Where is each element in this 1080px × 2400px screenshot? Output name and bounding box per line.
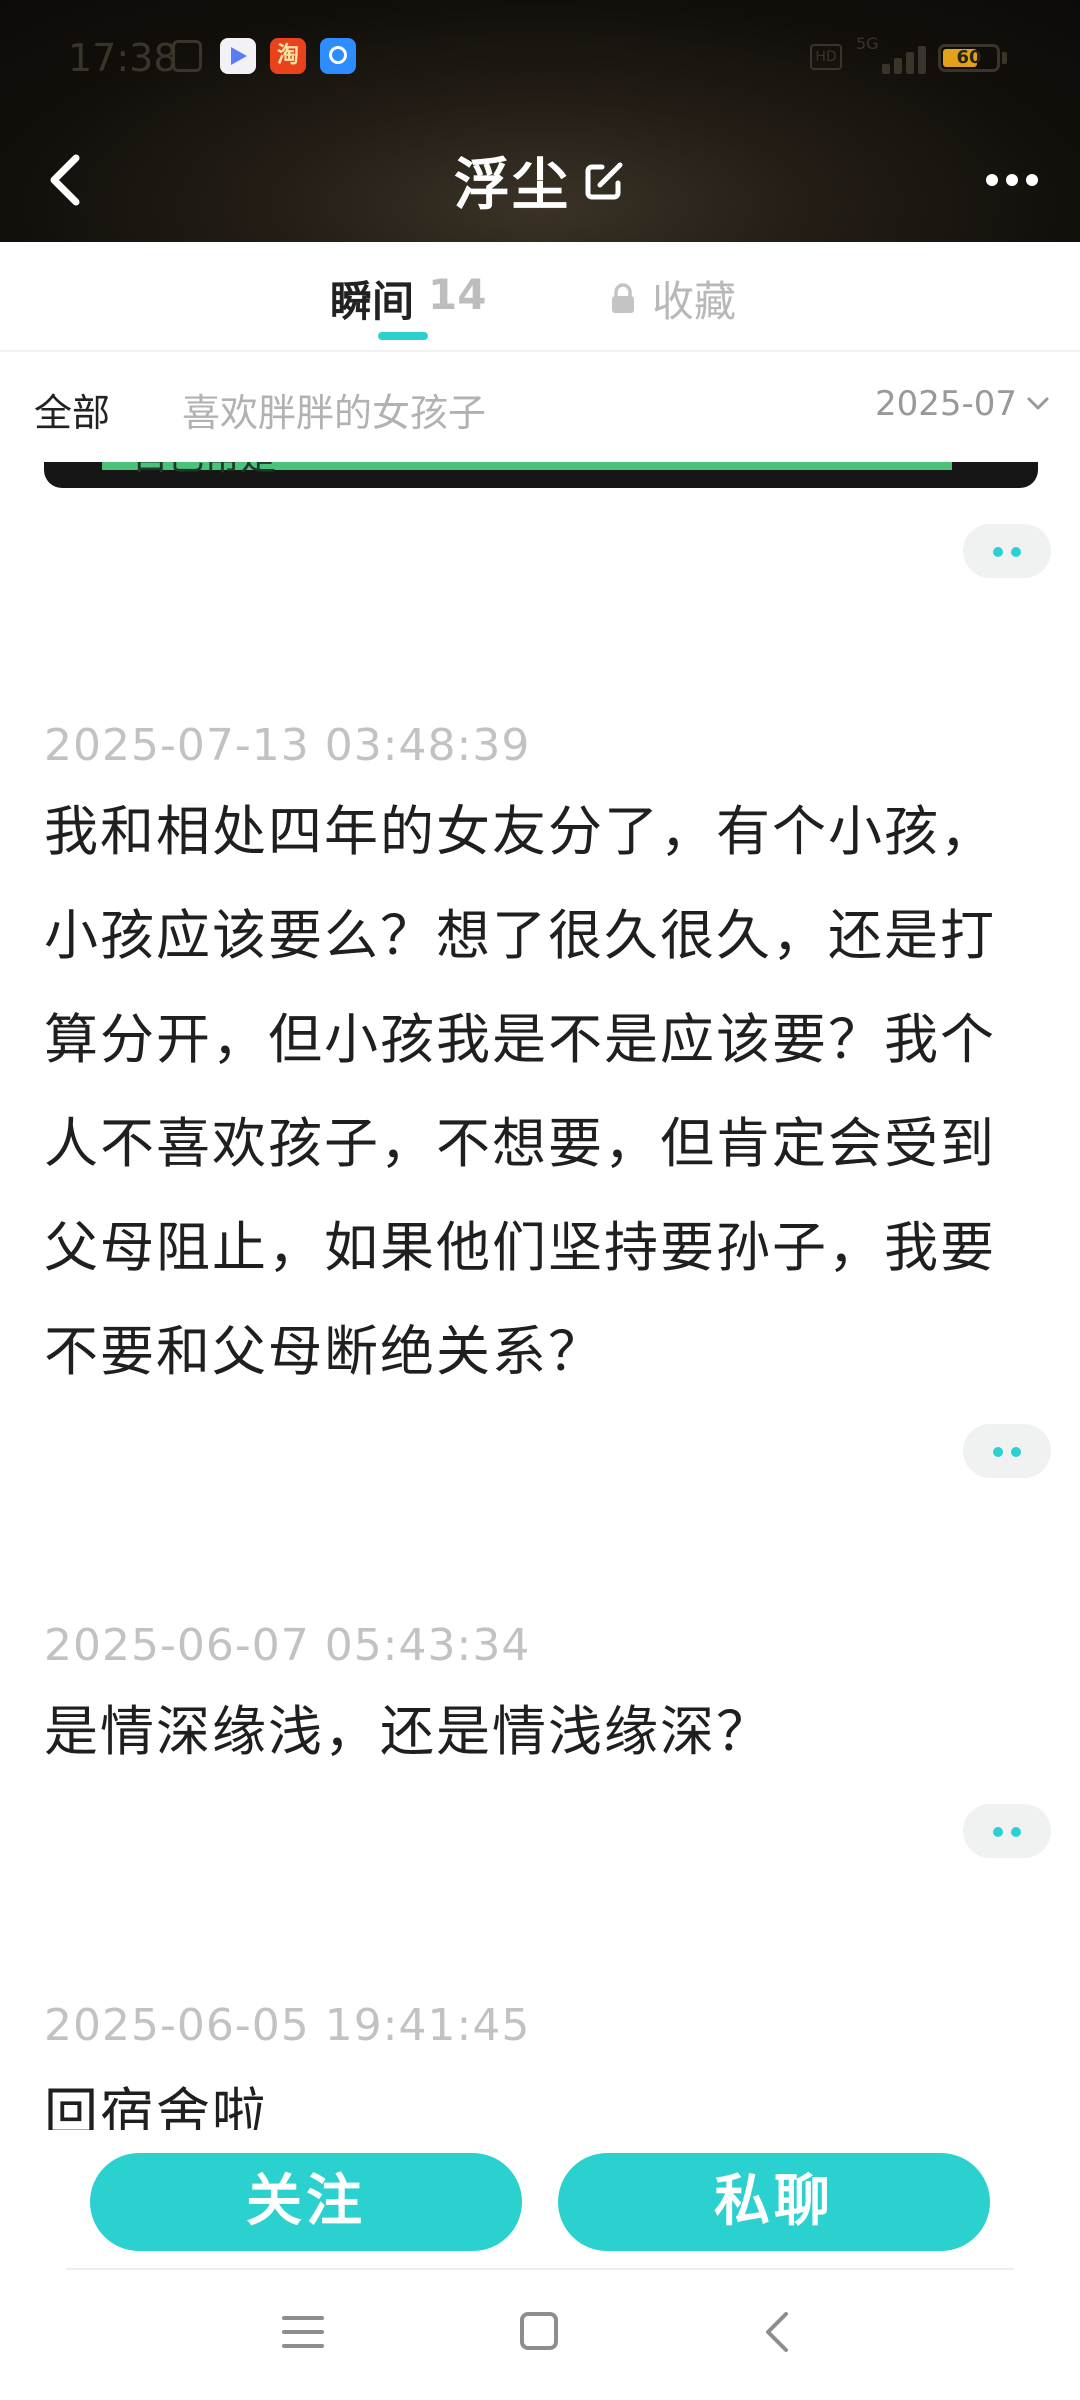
post-line: 我和相处四年的女友分了，有个小孩， <box>44 800 996 863</box>
post-line: 人不喜欢孩子，不想要，但肯定会受到 <box>44 1112 996 1175</box>
filter-all[interactable]: 全部 <box>34 382 110 437</box>
post-more-button[interactable] <box>963 1424 1051 1478</box>
date-filter-dropdown[interactable]: 2025-07 <box>875 384 1051 424</box>
tab-favorites[interactable]: 收藏 <box>610 268 736 329</box>
post-content[interactable]: 是情深缘浅，还是情浅缘深？ <box>44 1680 1044 1784</box>
status-bar: 17:38 淘 HD 5G 60 <box>0 30 1080 90</box>
post-line: 回宿舍啦 <box>44 2082 268 2130</box>
tab-moments-count: 14 <box>428 270 487 319</box>
post-media-image[interactable]: 自己常是 <box>44 462 1038 488</box>
post-timestamp: 2025-06-07 05:43:34 <box>44 1620 531 1671</box>
edit-icon[interactable] <box>582 159 626 203</box>
nav-back-icon[interactable] <box>758 2310 798 2354</box>
status-time: 17:38 <box>68 36 178 80</box>
post-timestamp: 2025-06-05 19:41:45 <box>44 2000 531 2051</box>
page-title-area: 浮尘 <box>0 140 1080 221</box>
moments-feed[interactable]: 自己常是 2025-07-13 03:48:39 我和相处四年的女友分了，有个小… <box>0 462 1080 2130</box>
signal-icon <box>858 42 926 74</box>
filter-tag[interactable]: 喜欢胖胖的女孩子 <box>182 382 486 437</box>
media-banner: 自己常是 <box>102 462 952 478</box>
post-line: 父母阻止，如果他们坚持要孙子，我要 <box>44 1216 996 1279</box>
follow-button[interactable]: 关注 <box>90 2153 522 2251</box>
lock-icon <box>612 282 634 313</box>
hd-icon: HD <box>810 44 842 70</box>
nfc-icon <box>172 40 202 72</box>
post-line: 不要和父母断绝关系？ <box>44 1320 604 1383</box>
profile-header: 17:38 淘 HD 5G 60 浮尘 <box>0 0 1080 242</box>
action-bar: 关注 私聊 <box>0 2130 1080 2270</box>
post-line: 是情深缘浅，还是情浅缘深？ <box>44 1700 772 1763</box>
tab-favorites-label: 收藏 <box>652 277 737 326</box>
post-content[interactable]: 我和相处四年的女友分了，有个小孩， 小孩应该要么？想了很久很久，还是打 算分开，… <box>44 780 1044 1404</box>
home-icon[interactable] <box>520 2312 558 2350</box>
post-content[interactable]: 回宿舍啦 <box>44 2062 1044 2130</box>
menu-icon[interactable] <box>282 2314 324 2350</box>
date-filter-label: 2025-07 <box>875 384 1018 424</box>
battery-cap <box>1002 52 1007 64</box>
page-title: 浮尘 <box>454 153 570 218</box>
system-navigation-bar <box>0 2270 1080 2400</box>
post-more-button[interactable] <box>963 1804 1051 1858</box>
post-line: 小孩应该要么？想了很久很久，还是打 <box>44 904 996 967</box>
tab-moments[interactable]: 瞬间 <box>330 268 414 329</box>
chevron-down-icon <box>1027 397 1049 410</box>
tab-active-indicator <box>378 332 428 340</box>
media-caption: 自己常是 <box>132 462 276 480</box>
video-app-icon <box>220 38 256 74</box>
filter-bar: 全部 喜欢胖胖的女孩子 2025-07 <box>0 352 1080 462</box>
taobao-app-icon: 淘 <box>270 38 306 74</box>
tab-bar: 瞬间 14 收藏 <box>0 242 1080 352</box>
qq-app-icon <box>320 38 356 74</box>
post-timestamp: 2025-07-13 03:48:39 <box>44 720 531 771</box>
more-dots-icon[interactable] <box>986 168 1046 192</box>
battery-percent: 60 <box>956 47 982 68</box>
private-chat-button[interactable]: 私聊 <box>558 2153 990 2251</box>
post-line: 算分开，但小孩我是不是应该要？我个 <box>44 1008 996 1071</box>
post-more-button[interactable] <box>963 524 1051 578</box>
battery-icon: 60 <box>938 44 1000 72</box>
